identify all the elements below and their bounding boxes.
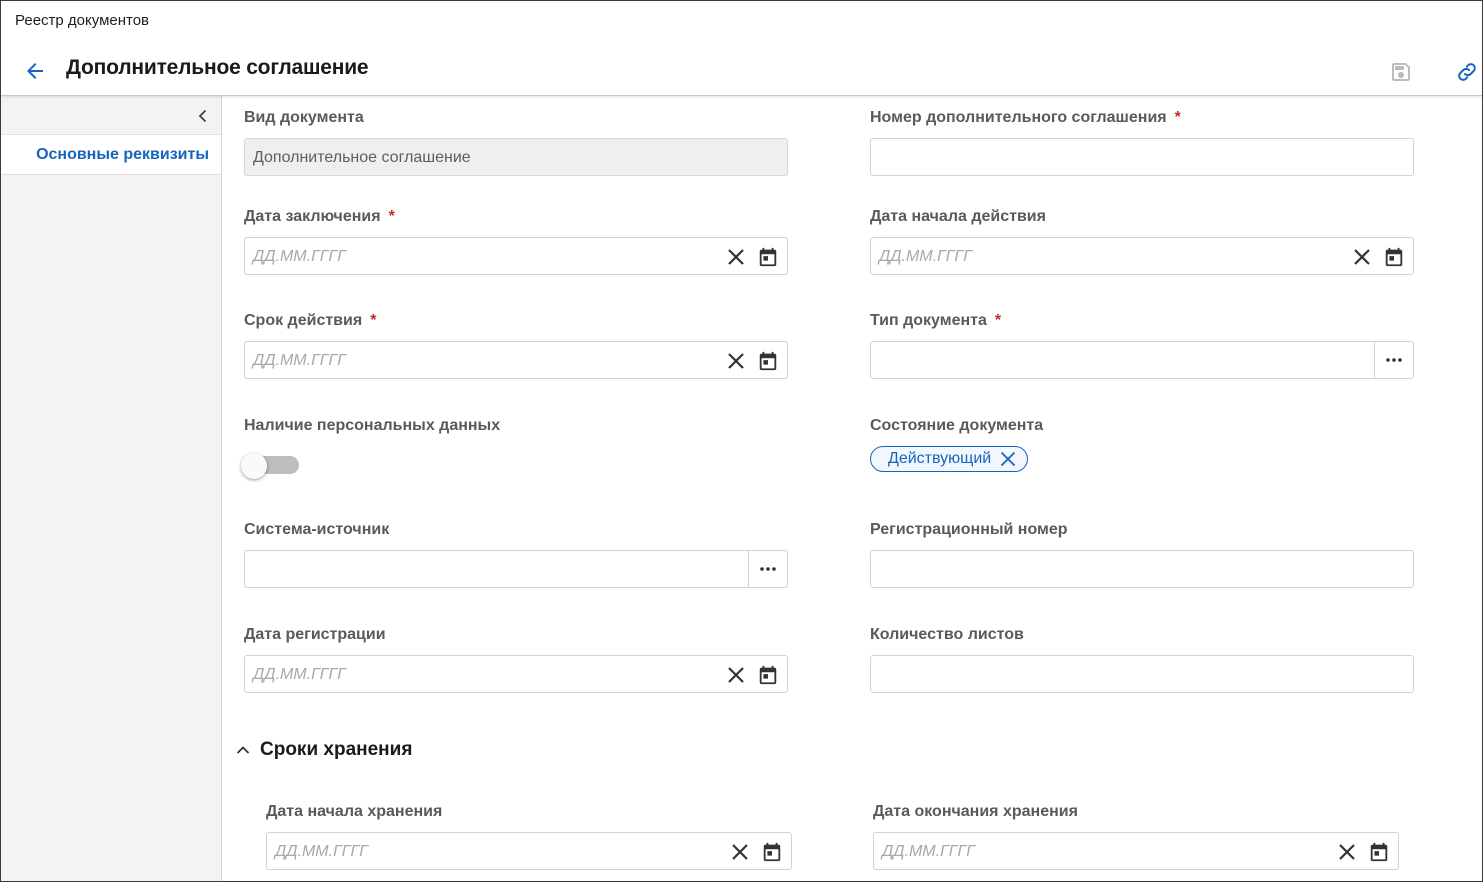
date-placeholder: ДД.ММ.ГГГГ — [253, 248, 346, 265]
required-marker: * — [370, 312, 377, 329]
agreement-number-input[interactable] — [870, 138, 1414, 176]
calendar-icon[interactable] — [761, 841, 783, 863]
app-title: Реестр документов — [15, 12, 150, 29]
source-system-select-button[interactable] — [748, 551, 787, 587]
date-placeholder: ДД.ММ.ГГГГ — [879, 248, 972, 265]
sheet-count-label: Количество листов — [870, 626, 1024, 643]
calendar-icon[interactable] — [757, 246, 779, 268]
personal-data-label: Наличие персональных данных — [244, 417, 501, 434]
ellipsis-icon — [1386, 358, 1402, 362]
personal-data-toggle[interactable] — [241, 453, 301, 479]
doc-type-value: Дополнительное соглашение — [253, 149, 471, 166]
date-placeholder: ДД.ММ.ГГГГ — [882, 843, 975, 860]
storage-end-label: Дата окончания хранения — [873, 803, 1078, 820]
date-placeholder: ДД.ММ.ГГГГ — [275, 843, 368, 860]
chevron-left-icon — [198, 109, 207, 123]
app-window: Реестр документов Дополнительное соглаше… — [0, 0, 1483, 882]
back-button[interactable] — [21, 57, 49, 85]
reg-date-label: Дата регистрации — [244, 626, 386, 643]
required-marker: * — [1174, 109, 1181, 126]
reg-date-input[interactable]: ДД.ММ.ГГГГ — [244, 655, 788, 693]
status-chip-label: Действующий — [888, 450, 992, 467]
floppy-disk-icon — [1392, 63, 1410, 81]
doc-type-label: Вид документа — [244, 109, 364, 126]
conclusion-date-label: Дата заключения * — [244, 208, 395, 225]
document-type-input[interactable] — [870, 341, 1414, 379]
close-icon[interactable] — [726, 665, 746, 685]
close-icon[interactable] — [1352, 247, 1372, 267]
document-type-label: Тип документа * — [870, 312, 1002, 329]
ellipsis-icon — [760, 567, 776, 571]
doc-type-field: Дополнительное соглашение — [244, 138, 788, 176]
reg-number-label: Регистрационный номер — [870, 521, 1068, 538]
calendar-icon[interactable] — [1383, 246, 1405, 268]
close-icon[interactable] — [999, 450, 1017, 468]
sidebar: Основные реквизиты — [1, 96, 222, 881]
validity-label: Срок действия * — [244, 312, 377, 329]
document-type-select-button[interactable] — [1374, 342, 1413, 378]
page-title: Дополнительное соглашение — [66, 56, 369, 79]
storage-start-label: Дата начала хранения — [266, 803, 443, 820]
validity-date-input[interactable]: ДД.ММ.ГГГГ — [244, 341, 788, 379]
close-icon[interactable] — [1337, 842, 1357, 862]
close-icon[interactable] — [726, 351, 746, 371]
status-label: Состояние документа — [870, 417, 1044, 434]
date-placeholder: ДД.ММ.ГГГГ — [253, 352, 346, 369]
reg-number-input[interactable] — [870, 550, 1414, 588]
close-icon[interactable] — [726, 247, 746, 267]
storage-section-toggle[interactable] — [233, 739, 253, 761]
sidebar-collapse-button[interactable] — [193, 106, 213, 126]
save-button[interactable] — [1387, 58, 1415, 86]
start-date-input[interactable]: ДД.ММ.ГГГГ — [870, 237, 1414, 275]
chevron-up-icon — [236, 746, 250, 754]
copy-link-button[interactable] — [1453, 58, 1481, 86]
agreement-number-label: Номер дополнительного соглашения * — [870, 109, 1181, 126]
calendar-icon[interactable] — [757, 350, 779, 372]
required-marker: * — [388, 208, 395, 225]
date-placeholder: ДД.ММ.ГГГГ — [253, 666, 346, 683]
arrow-left-icon — [27, 63, 43, 79]
source-system-label: Система-источник — [244, 521, 390, 538]
calendar-icon[interactable] — [1368, 841, 1390, 863]
storage-end-date-input[interactable]: ДД.ММ.ГГГГ — [873, 832, 1399, 870]
status-chip[interactable]: Действующий — [870, 446, 1029, 472]
required-marker: * — [994, 312, 1002, 329]
storage-start-date-input[interactable]: ДД.ММ.ГГГГ — [266, 832, 792, 870]
calendar-icon[interactable] — [757, 664, 779, 686]
sheet-count-input[interactable] — [870, 655, 1414, 693]
toggle-knob — [241, 453, 267, 479]
conclusion-date-input[interactable]: ДД.ММ.ГГГГ — [244, 237, 788, 275]
storage-section-title: Сроки хранения — [260, 739, 413, 760]
source-system-input[interactable] — [244, 550, 788, 588]
close-icon[interactable] — [730, 842, 750, 862]
link-icon — [1458, 63, 1476, 81]
sidebar-item-label: Основные реквизиты — [36, 145, 209, 163]
start-date-label: Дата начала действия — [870, 208, 1046, 225]
sidebar-item-main-details[interactable]: Основные реквизиты — [1, 134, 221, 175]
page-header: Реестр документов Дополнительное соглаше… — [1, 1, 1482, 96]
